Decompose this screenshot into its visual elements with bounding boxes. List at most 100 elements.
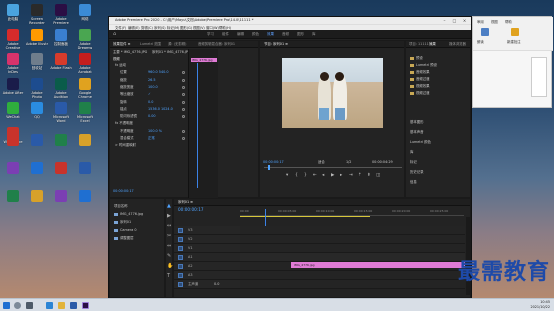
keyframe-toggle-icon[interactable] bbox=[182, 129, 185, 133]
effect-row-value[interactable]: 100.0 bbox=[148, 85, 158, 90]
close-icon[interactable]: × bbox=[460, 17, 469, 24]
panel-list-item[interactable]: Lumetri 颜色 bbox=[410, 139, 480, 145]
desktop-icon[interactable] bbox=[74, 162, 96, 185]
workspace-tab[interactable]: 组件 bbox=[222, 30, 229, 39]
keyframe-toggle-icon[interactable] bbox=[182, 137, 185, 140]
effects-folder[interactable]: 视频效果 bbox=[410, 83, 480, 89]
desktop-icon[interactable] bbox=[2, 190, 24, 213]
new-comment-icon[interactable] bbox=[511, 28, 519, 36]
track-header[interactable]: V3 bbox=[174, 226, 240, 235]
track-header[interactable]: A2 bbox=[174, 262, 240, 271]
program-scrub-bar[interactable] bbox=[264, 167, 402, 168]
effect-row-value[interactable]: ✓ bbox=[148, 92, 151, 97]
effect-row-label[interactable]: 不透明度 bbox=[120, 129, 134, 134]
edge-icon[interactable] bbox=[46, 302, 53, 309]
effect-row-label[interactable]: fx 不透明度 bbox=[115, 121, 133, 126]
effect-row-label[interactable]: 等比缩放 bbox=[120, 92, 134, 97]
keyframe-toggle-icon[interactable] bbox=[182, 93, 185, 97]
desktop-icon[interactable]: Adobe Audition bbox=[50, 77, 72, 101]
ribbon-item[interactable]: 审阅 bbox=[477, 19, 484, 24]
desktop-icon[interactable] bbox=[2, 162, 24, 185]
media-item[interactable]: IMG_4776.jpg bbox=[114, 211, 164, 217]
desktop-icon[interactable] bbox=[26, 190, 48, 213]
go-to-out-icon[interactable]: ⇥ bbox=[349, 173, 353, 178]
step-forward-icon[interactable]: ▸ bbox=[340, 173, 342, 178]
workspace-tab[interactable]: 编辑 bbox=[237, 30, 244, 39]
workspace-tab[interactable]: 学习 bbox=[207, 30, 214, 39]
desktop-icon[interactable]: Adobe After bbox=[2, 77, 24, 101]
ribbon-item[interactable]: 视图 bbox=[491, 19, 498, 24]
media-item[interactable]: 调整图层 bbox=[114, 235, 164, 241]
track-target-icon[interactable] bbox=[178, 255, 183, 260]
program-quality[interactable]: 1/2 bbox=[346, 160, 351, 165]
effect-row-value[interactable]: 正常 bbox=[148, 136, 155, 141]
panel-list-item[interactable]: 基本图形 bbox=[410, 119, 480, 125]
effect-row-label[interactable]: 位置 bbox=[120, 70, 127, 75]
ribbon-item[interactable]: 朗读 bbox=[477, 39, 484, 44]
word-icon[interactable] bbox=[70, 302, 77, 309]
track-target-icon[interactable] bbox=[178, 264, 183, 269]
premiere-taskbar-icon[interactable] bbox=[82, 302, 89, 309]
desktop-icon[interactable]: Adobe Acrobat bbox=[74, 53, 96, 76]
timeline-tab[interactable]: 序列01 ≡ bbox=[178, 199, 193, 206]
keyframe-toggle-icon[interactable] bbox=[182, 107, 185, 111]
desktop-icon[interactable]: 此电脑 bbox=[2, 4, 24, 27]
effects-folder[interactable]: 视频过渡 bbox=[410, 90, 480, 96]
effect-timecode[interactable]: 00:00:00:17 bbox=[113, 189, 134, 194]
workspace-tab[interactable]: 效果 bbox=[267, 30, 274, 39]
desktop-icon[interactable]: Adobe Dreamw bbox=[74, 28, 96, 52]
keyframe-toggle-icon[interactable] bbox=[182, 78, 185, 82]
effect-row-value[interactable]: 960.0 540.0 bbox=[148, 70, 169, 75]
add-marker-icon[interactable]: ▾ bbox=[286, 173, 288, 178]
master-volume[interactable]: 0.0 bbox=[214, 282, 219, 287]
search-icon[interactable] bbox=[14, 302, 21, 309]
panel-list-item[interactable]: 标记 bbox=[410, 159, 480, 165]
effect-row-label[interactable]: 混合模式 bbox=[120, 136, 134, 141]
program-timecode-left[interactable]: 00:00:00:17 bbox=[263, 160, 284, 165]
task-view-icon[interactable] bbox=[26, 302, 33, 309]
extract-icon[interactable]: ⇞ bbox=[367, 173, 371, 178]
mark-in-icon[interactable]: { bbox=[295, 173, 298, 178]
effect-panel-tab[interactable]: 源: (无剪辑) bbox=[168, 41, 186, 48]
panel-list-item[interactable]: 库 bbox=[410, 149, 480, 155]
desktop-icon[interactable]: Microsoft Word bbox=[50, 102, 72, 125]
track-header[interactable]: 主声道 bbox=[174, 280, 240, 289]
desktop-icon[interactable]: 回收站 bbox=[26, 53, 48, 76]
track-target-icon[interactable] bbox=[178, 246, 183, 251]
effect-panel-tab[interactable]: Lumetri 范围 bbox=[140, 41, 161, 48]
desktop-icon[interactable] bbox=[74, 134, 96, 157]
desktop-icon[interactable] bbox=[50, 162, 72, 185]
type-tool-icon[interactable]: T bbox=[167, 273, 170, 279]
slip-tool-icon[interactable]: ⇔ bbox=[167, 243, 171, 249]
effect-row-label[interactable]: fx 运动 bbox=[115, 63, 126, 68]
effect-row-label[interactable]: > 时间重映射 bbox=[115, 143, 136, 148]
timeline-ruler[interactable]: 00:00 00:00:05:00 00:00:10:00 00:00:15:00 00… bbox=[240, 208, 464, 216]
desktop-icon[interactable]: WeChat bbox=[2, 102, 24, 125]
mark-out-icon[interactable]: } bbox=[304, 173, 307, 178]
desktop-icon[interactable] bbox=[74, 190, 96, 213]
effect-panel-tab[interactable]: 音频剪辑混合器: 序列01 bbox=[198, 41, 235, 48]
workspace-tab[interactable]: 颜色 bbox=[252, 30, 259, 39]
desktop-icon[interactable]: 网络 bbox=[74, 4, 96, 27]
desktop-icon[interactable]: Adobe Photo bbox=[26, 77, 48, 101]
desktop-icon[interactable] bbox=[2, 134, 24, 157]
ripple-edit-icon[interactable]: ↔ bbox=[167, 223, 171, 229]
workspace-tab[interactable]: 图形 bbox=[297, 30, 304, 39]
project-tab[interactable]: 媒体浏览器 bbox=[449, 41, 466, 48]
home-icon[interactable]: ⌂ bbox=[113, 30, 116, 39]
start-icon[interactable] bbox=[3, 302, 10, 309]
desktop-icon[interactable]: Adobe Illustr bbox=[26, 28, 48, 52]
effect-row-label[interactable]: 缩放宽度 bbox=[120, 85, 134, 90]
track-lane[interactable] bbox=[240, 235, 465, 244]
track-target-icon[interactable] bbox=[178, 237, 183, 242]
work-area-bar[interactable] bbox=[240, 216, 370, 217]
effects-folder[interactable]: Lumetri 预设 bbox=[410, 62, 480, 68]
playhead-line[interactable] bbox=[197, 63, 198, 188]
track-header[interactable]: V1 bbox=[174, 244, 240, 253]
ribbon-item[interactable]: 帮助 bbox=[505, 19, 512, 24]
desktop-icon[interactable] bbox=[26, 134, 48, 157]
effect-row-value[interactable]: 0.0 bbox=[148, 100, 153, 105]
track-target-icon[interactable] bbox=[178, 228, 183, 233]
desktop-icon[interactable]: Adobe InDes bbox=[2, 53, 24, 76]
workspace-tab[interactable]: 库 bbox=[312, 30, 316, 39]
